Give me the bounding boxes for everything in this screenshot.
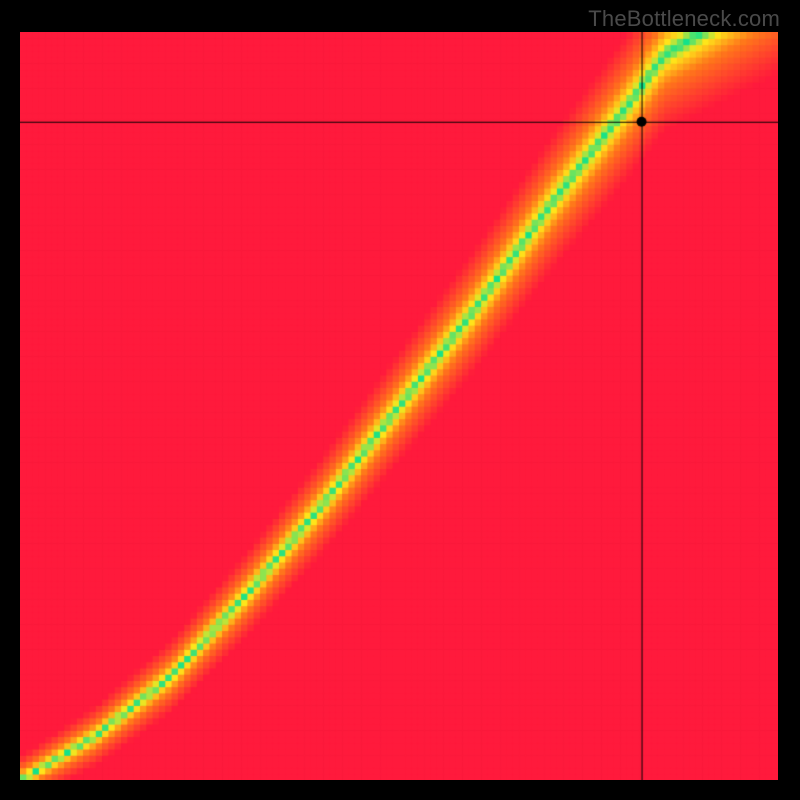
watermark-text: TheBottleneck.com (588, 6, 780, 32)
bottleneck-heatmap (20, 32, 778, 780)
chart-frame: TheBottleneck.com (0, 0, 800, 800)
